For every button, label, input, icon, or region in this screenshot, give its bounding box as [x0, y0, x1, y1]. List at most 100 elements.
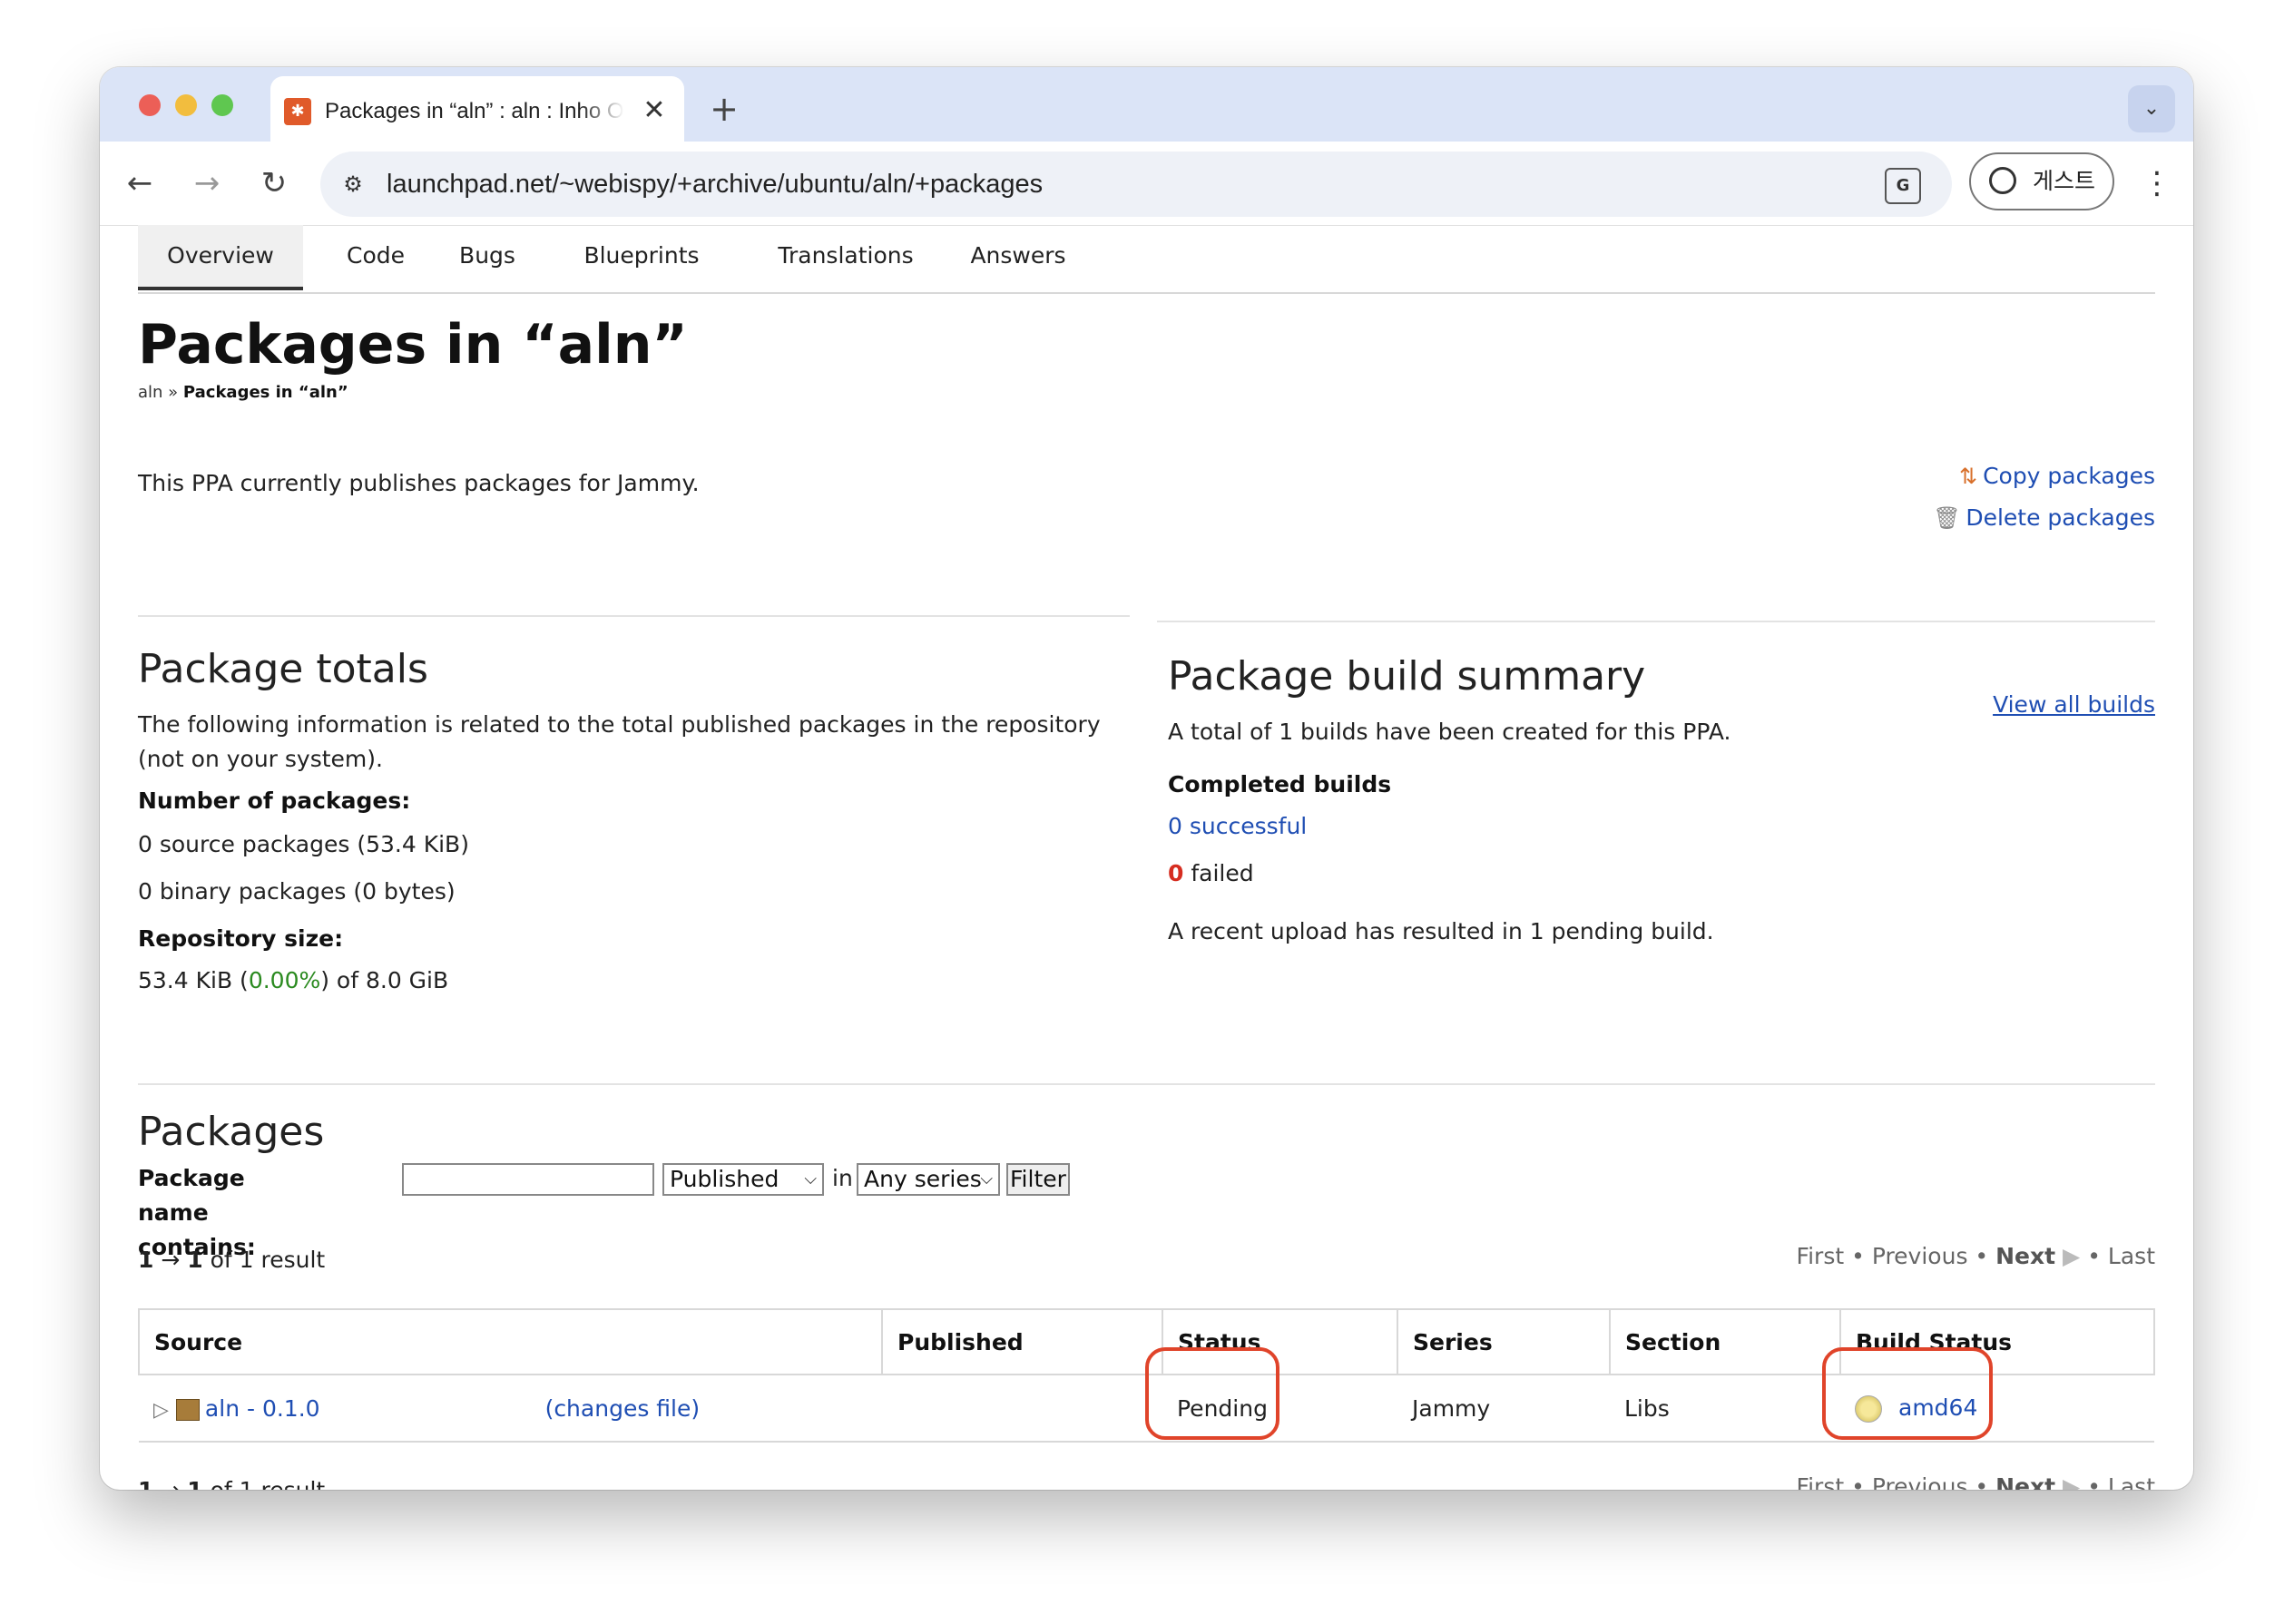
series-cell: Jammy	[1397, 1375, 1610, 1443]
expand-row-icon[interactable]: ▷	[153, 1399, 169, 1422]
col-source: Source	[138, 1308, 883, 1375]
browser-window: ✱ Packages in “aln” : aln : Inho Oh ✕ + …	[100, 67, 2193, 1490]
pager-top: First • Previous • Next ▶ • Last	[1797, 1243, 2155, 1269]
col-series: Series	[1397, 1308, 1611, 1375]
delete-packages-label: Delete packages	[1966, 504, 2155, 531]
chevron-down-icon: ⌵	[804, 1169, 817, 1189]
browser-toolbar: ← → ↻ ⚙ launchpad.net/~webispy/+archive/…	[100, 142, 2193, 226]
result-suffix: of 1 result	[202, 1247, 326, 1273]
address-bar[interactable]: ⚙ launchpad.net/~webispy/+archive/ubuntu…	[320, 152, 1952, 217]
status-select[interactable]: Published ⌵	[662, 1163, 824, 1196]
published-cell	[882, 1375, 1162, 1443]
package-name-input[interactable]	[402, 1163, 654, 1196]
pager-next[interactable]: Next	[1995, 1473, 2055, 1490]
side-actions: ⇅ Copy packages 🗑 Delete packages	[1933, 455, 2155, 539]
pager-sep: •	[2087, 1473, 2101, 1490]
result-summary-top: 1 → 1 of 1 result	[138, 1243, 325, 1277]
failed-label: failed	[1183, 860, 1254, 886]
browser-menu-icon[interactable]: ⋮	[2142, 161, 2172, 205]
range-end: 1	[187, 1247, 203, 1273]
forward-button[interactable]: →	[185, 161, 229, 205]
next-arrow-icon: ▶	[2055, 1473, 2088, 1490]
range-arrow: →	[153, 1477, 187, 1490]
col-section: Section	[1609, 1308, 1841, 1375]
pager-last[interactable]: Last	[2108, 1473, 2155, 1490]
pending-note: A recent upload has resulted in 1 pendin…	[1168, 918, 1714, 944]
range-arrow: →	[153, 1247, 188, 1273]
site-info-icon[interactable]: ⚙	[338, 170, 368, 199]
copy-packages-label: Copy packages	[1983, 463, 2155, 489]
completed-builds-label: Completed builds	[1168, 771, 1392, 797]
pager-first[interactable]: First	[1797, 1243, 1845, 1269]
url-text[interactable]: launchpad.net/~webispy/+archive/ubuntu/a…	[387, 166, 1043, 202]
reload-button[interactable]: ↻	[252, 161, 296, 205]
tab-translations[interactable]: Translations	[755, 225, 936, 290]
delete-packages-link[interactable]: 🗑 Delete packages	[1933, 497, 2155, 539]
failed-count: 0	[1168, 860, 1184, 886]
repo-size-label: Repository size:	[138, 925, 344, 952]
totals-description: The following information is related to …	[138, 711, 1101, 772]
source-packages: 0 source packages (53.4 KiB)	[138, 831, 469, 857]
package-icon	[175, 1398, 200, 1421]
in-label: in	[832, 1165, 853, 1191]
annotation-highlight-status	[1145, 1347, 1279, 1440]
ppa-description: This PPA currently publishes packages fo…	[138, 470, 700, 496]
pager-last[interactable]: Last	[2108, 1243, 2155, 1269]
tab-blueprints[interactable]: Blueprints	[555, 225, 728, 290]
copy-icon: ⇅	[1958, 464, 1978, 489]
pager-sep: •	[1851, 1473, 1865, 1490]
binary-packages: 0 binary packages (0 bytes)	[138, 878, 456, 905]
browser-tab-active[interactable]: ✱ Packages in “aln” : aln : Inho Oh ✕	[270, 76, 684, 142]
breadcrumb: aln » Packages in “aln”	[138, 383, 348, 402]
page-content: Overview Code Bugs Blueprints Translatio…	[100, 225, 2193, 1490]
packages-heading: Packages	[138, 1109, 325, 1155]
result-summary-bottom: 1 → 1 of 1 result	[138, 1473, 325, 1490]
range-end: 1	[187, 1477, 202, 1490]
back-button[interactable]: ←	[118, 161, 162, 205]
tab-close-icon[interactable]: ✕	[636, 93, 672, 129]
title-bar: ✱ Packages in “aln” : aln : Inho Oh ✕ + …	[100, 67, 2193, 142]
pager-next[interactable]: Next	[1995, 1243, 2055, 1269]
status-select-value: Published	[670, 1166, 779, 1192]
chevron-down-icon: ⌵	[980, 1169, 993, 1189]
pager-sep: •	[2087, 1243, 2101, 1269]
num-packages-label: Number of packages:	[138, 788, 411, 814]
filter-button[interactable]: Filter	[1006, 1163, 1070, 1196]
divider	[138, 615, 1130, 617]
repo-size: 53.4 KiB (0.00%) of 8.0 GiB	[138, 964, 448, 998]
view-all-builds-link[interactable]: View all builds	[1993, 688, 2155, 722]
breadcrumb-parent-link[interactable]: aln	[138, 383, 162, 402]
pager-previous[interactable]: Previous	[1872, 1243, 1968, 1269]
trash-icon: 🗑	[1933, 505, 1961, 531]
repo-size-prefix: 53.4 KiB (	[138, 967, 249, 993]
tab-search-button[interactable]: ⌄	[2128, 85, 2175, 132]
pager-sep: •	[1975, 1473, 1989, 1490]
maximize-window-button[interactable]	[211, 94, 233, 116]
minimize-window-button[interactable]	[175, 94, 197, 116]
successful-builds-link[interactable]: 0 successful	[1168, 809, 1307, 844]
tab-bugs[interactable]: Bugs	[437, 225, 537, 290]
tab-code[interactable]: Code	[321, 225, 430, 290]
pager-first[interactable]: First	[1797, 1473, 1845, 1490]
failed-builds: 0 failed	[1168, 856, 1254, 891]
annotation-highlight-build-status	[1822, 1347, 1993, 1440]
section-cell: Libs	[1610, 1375, 1840, 1443]
changes-file-link[interactable]: (changes file)	[545, 1395, 701, 1422]
new-tab-button[interactable]: +	[706, 91, 742, 127]
source-package-link[interactable]: aln - 0.1.0	[205, 1395, 320, 1422]
pager-sep: •	[1975, 1243, 1989, 1269]
range-start: 1	[138, 1247, 154, 1273]
launchpad-favicon-icon: ✱	[284, 98, 311, 125]
close-window-button[interactable]	[139, 94, 161, 116]
build-summary-heading: Package build summary	[1168, 653, 1646, 699]
profile-button[interactable]: 게스트	[1969, 152, 2114, 210]
series-select[interactable]: Any series ⌵	[857, 1163, 1000, 1196]
pager-previous[interactable]: Previous	[1872, 1473, 1968, 1490]
tab-answers[interactable]: Answers	[946, 225, 1091, 290]
profile-label: 게스트	[2033, 168, 2096, 194]
tab-overview[interactable]: Overview	[138, 225, 303, 290]
copy-packages-link[interactable]: ⇅ Copy packages	[1933, 455, 2155, 497]
range-start: 1	[138, 1477, 153, 1490]
translate-icon[interactable]: G	[1885, 168, 1921, 204]
source-cell: ▷ aln - 0.1.0 (changes file)	[139, 1375, 882, 1443]
